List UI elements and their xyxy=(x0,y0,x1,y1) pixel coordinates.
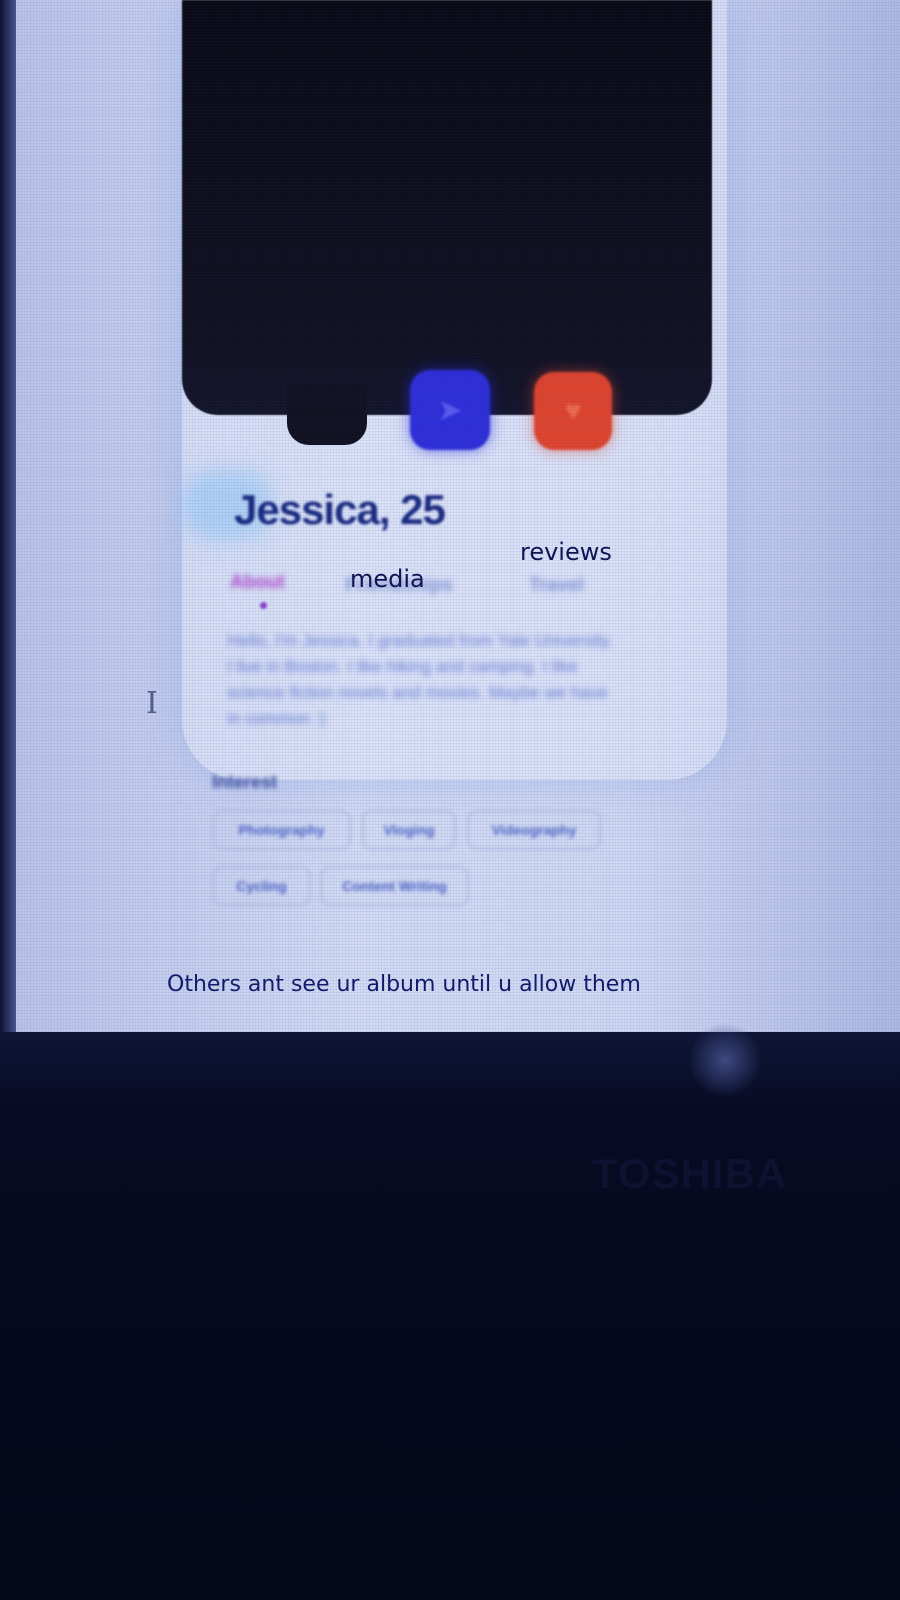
interest-chip-cycling[interactable]: Cycling xyxy=(212,866,311,906)
laptop-bezel xyxy=(0,1032,900,1600)
interest-heading: Interest xyxy=(212,772,278,792)
text-cursor-icon: I xyxy=(146,686,158,721)
album-caption: Others ant see ur album until u allow th… xyxy=(167,972,641,997)
interest-chip-videography[interactable]: Videography xyxy=(467,810,601,850)
bezel-reflection xyxy=(690,1020,760,1100)
brand-logo: TOSHIBA xyxy=(592,1150,788,1197)
interest-chip-content-writing[interactable]: Content Writing xyxy=(320,866,469,906)
interest-chip-vloging[interactable]: Vloging xyxy=(362,810,456,850)
interest-section: Interest Photography Vloging Videography… xyxy=(182,0,727,1032)
screen-left-edge xyxy=(0,0,16,1032)
monitor-screen: ➤ ♥ Jessica, 25 About Friendships Travel… xyxy=(0,0,900,1032)
interest-chip-photography[interactable]: Photography xyxy=(212,810,351,850)
